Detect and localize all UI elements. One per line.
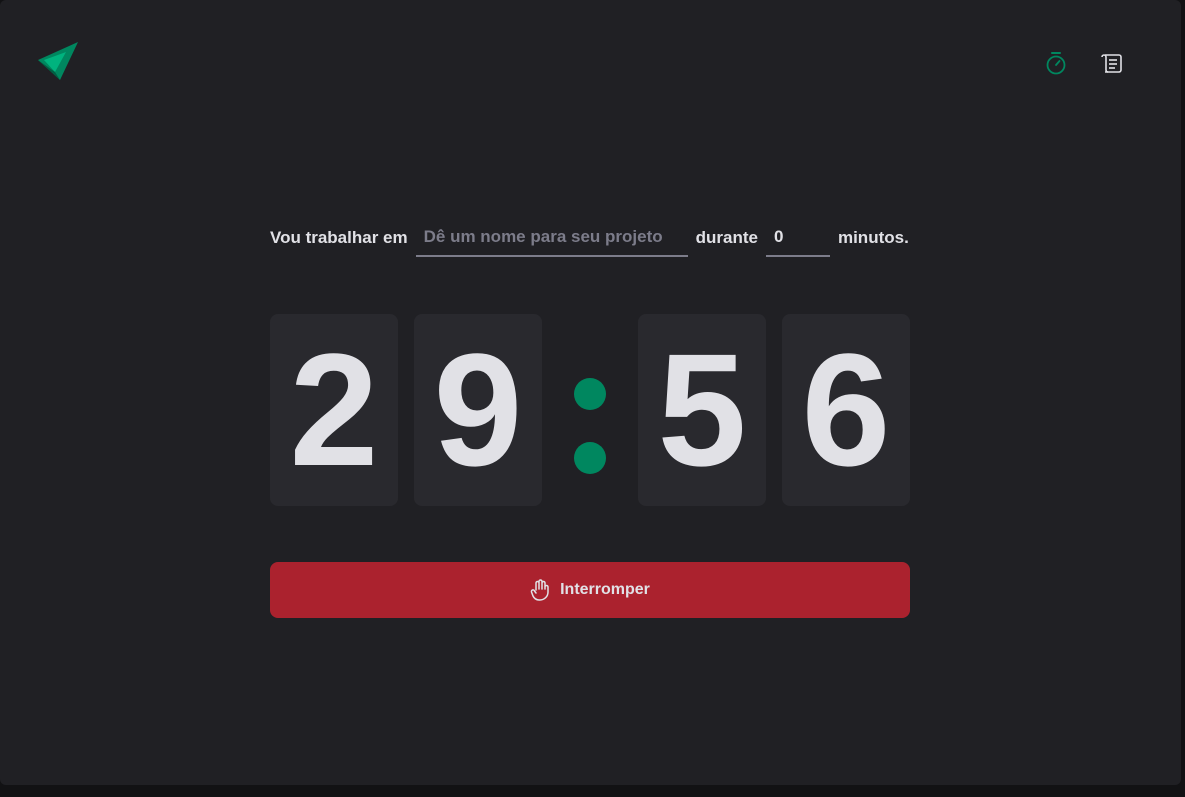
task-suffix-label: minutos. — [837, 228, 909, 247]
stop-countdown-button[interactable]: Interromper — [270, 562, 910, 618]
minutes-amount-input[interactable] — [765, 219, 830, 257]
timer-icon — [1046, 52, 1066, 75]
minutes-tens-digit: 2 — [270, 314, 398, 506]
countdown-separator — [558, 314, 622, 506]
countdown-display: 2 9 5 6 — [270, 314, 910, 506]
hand-palm-icon — [530, 579, 549, 601]
logo-icon — [38, 42, 80, 84]
task-prefix-label: Vou trabalhar em — [270, 228, 408, 247]
task-form: Vou trabalhar em durante minutos. — [270, 218, 910, 258]
separator-dot — [574, 442, 606, 474]
app-window: Vou trabalhar em durante minutos. 2 9 5 … — [0, 0, 1181, 785]
seconds-tens-digit: 5 — [638, 314, 766, 506]
project-name-input[interactable] — [415, 219, 688, 257]
stop-button-label: Interromper — [560, 581, 650, 598]
task-middle-label: durante — [695, 228, 758, 247]
scroll-icon — [1101, 54, 1122, 73]
nav-timer-link[interactable] — [1041, 48, 1071, 78]
minutes-ones-digit: 9 — [414, 314, 542, 506]
header-nav — [1041, 48, 1127, 78]
seconds-ones-digit: 6 — [782, 314, 910, 506]
separator-dot — [574, 378, 606, 410]
nav-history-link[interactable] — [1097, 48, 1127, 78]
